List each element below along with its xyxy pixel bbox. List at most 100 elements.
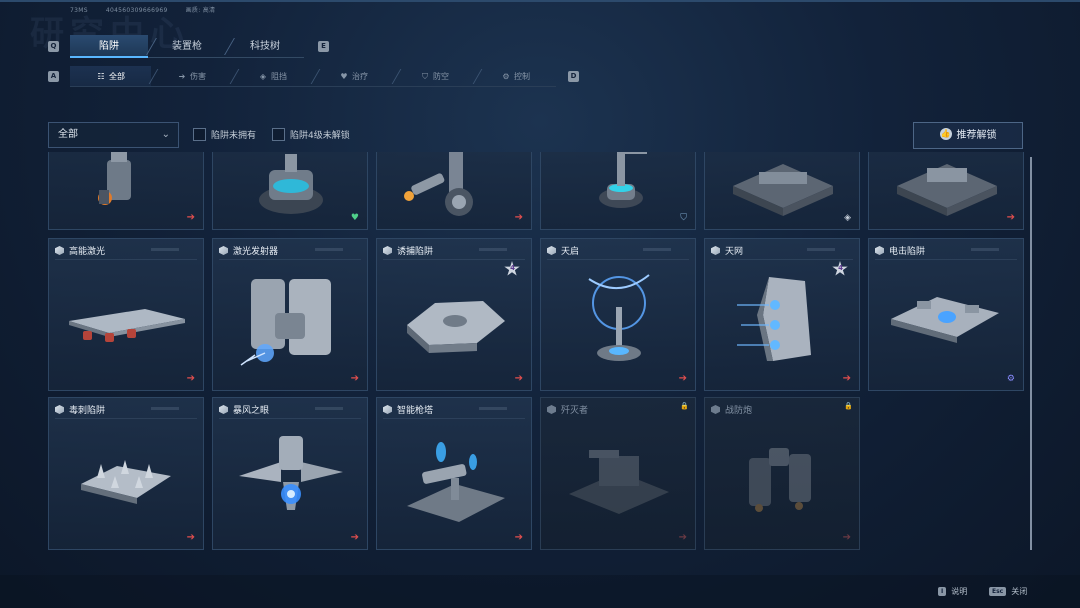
subtab-label: 阻挡 (271, 72, 287, 81)
recommend-unlock-button[interactable]: 👍 推荐解锁 (913, 122, 1023, 149)
checkbox-box[interactable] (272, 128, 285, 141)
trap-art (407, 442, 505, 522)
trap-art (588, 274, 650, 361)
star-rank-value: 4 (510, 264, 515, 272)
anti-air-shield-icon: ⛉ (422, 72, 428, 81)
damage-arrow-icon: ➔ (186, 532, 195, 543)
trap-card-laser-emitter[interactable]: 激光发射器 ➔ (212, 238, 368, 391)
trap-card[interactable]: ➔ (868, 152, 1024, 230)
trap-type-icon (383, 405, 392, 414)
trap-type-icon (219, 246, 228, 255)
trap-type-icon (383, 246, 392, 255)
trap-card-shock-trap[interactable]: 电击陷阱 ⚙ (868, 238, 1024, 391)
trap-grid: ➔ ♥ ➔ ⛉ ◈ ➔ 高能激光 ➔ 激光发射器 ➔ 诱捕陷阱 4 ➔ 天启 ➔… (46, 152, 1028, 552)
key-i-hint: I (938, 587, 947, 596)
card-code-mark (479, 407, 507, 410)
trap-name: 暴风之眼 (219, 403, 269, 416)
trap-card-skynet[interactable]: 天网 4 ➔ (704, 238, 860, 391)
damage-arrow-icon: ➔ (678, 373, 687, 384)
trap-type-icon (547, 405, 556, 414)
subtab-damage[interactable]: ➔ 伤害 (151, 66, 240, 87)
trap-art (891, 297, 999, 343)
damage-arrow-icon: ➔ (514, 373, 523, 384)
not-owned-checkbox[interactable]: 陷阱未拥有 (193, 128, 256, 141)
subtab-label: 全部 (109, 72, 125, 81)
trap-type-icon (711, 246, 720, 255)
subtab-anti-air[interactable]: ⛉ 防空 (394, 66, 483, 87)
trap-name: 智能枪塔 (383, 403, 433, 416)
status-meta: 73MS 404560309666969 画质: 高清 (70, 5, 233, 14)
tab-tech-tree[interactable]: 科技树 (226, 35, 304, 58)
trap-art (599, 152, 647, 208)
lv4-locked-checkbox[interactable]: 陷阱4级未解锁 (272, 128, 350, 141)
trap-art (749, 448, 811, 512)
grid-scrollbar[interactable] (1030, 157, 1032, 550)
trap-art (737, 277, 811, 361)
card-code-mark (479, 248, 507, 251)
title-divider (711, 259, 853, 260)
trap-type-icon (711, 405, 720, 414)
recommend-label: 推荐解锁 (956, 130, 997, 141)
trap-name: 电击陷阱 (875, 244, 925, 257)
damage-arrow-icon: ➔ (514, 212, 523, 223)
trap-card[interactable]: ⛉ (540, 152, 696, 230)
key-q-hint: Q (48, 41, 59, 52)
trap-name: 天网 (711, 244, 743, 257)
trap-card-poison-spike[interactable]: 毒刺陷阱 ➔ (48, 397, 204, 550)
trap-art (259, 154, 323, 214)
subtab-label: 伤害 (190, 72, 206, 81)
tab-label: 装置枪 (172, 41, 202, 52)
card-code-mark (315, 248, 343, 251)
checkbox-box[interactable] (193, 128, 206, 141)
uid-readout: 404560309666969 (105, 7, 168, 14)
help-hint[interactable]: I 说明 (938, 586, 967, 597)
trap-name: 歼灭者 (547, 403, 588, 416)
trap-card-lure-trap[interactable]: 诱捕陷阱 4 ➔ (376, 238, 532, 391)
trap-art (69, 309, 185, 342)
trap-card-high-energy-laser[interactable]: 高能激光 ➔ (48, 238, 204, 391)
chevron-down-icon: ⌄ (161, 129, 170, 140)
tab-devices[interactable]: 装置枪 (148, 35, 235, 58)
subtab-all[interactable]: ☷ 全部 (70, 66, 159, 87)
trap-name-text: 战防炮 (725, 406, 753, 416)
trap-card[interactable]: ♥ (212, 152, 368, 230)
trap-card-anti-tank-gun[interactable]: 战防炮 🔒 ➔ (704, 397, 860, 550)
title-divider (219, 259, 361, 260)
trap-card-storm-eye[interactable]: 暴风之眼 ➔ (212, 397, 368, 550)
heal-heart-icon: ♥ (350, 213, 359, 223)
trap-art (407, 301, 505, 353)
quality-readout: 画质: 高清 (185, 7, 216, 14)
block-shield-icon: ◈ (844, 213, 851, 223)
damage-arrow-icon: ➔ (178, 72, 186, 81)
trap-art (239, 436, 343, 510)
damage-arrow-icon: ➔ (842, 532, 851, 543)
trap-name: 毒刺陷阱 (55, 403, 105, 416)
subtab-label: 治疗 (352, 72, 368, 81)
tab-traps[interactable]: 陷阱 (70, 35, 157, 58)
main-tabs: 陷阱 装置枪 科技树 (70, 35, 304, 58)
trap-card-smart-turret[interactable]: 智能枪塔 ➔ (376, 397, 532, 550)
trap-card-apocalypse[interactable]: 天启 ➔ (540, 238, 696, 391)
star-rank-value: 4 (838, 264, 843, 272)
trap-type-icon (875, 246, 884, 255)
top-border (0, 0, 1080, 2)
trap-art (569, 450, 669, 514)
subtab-control[interactable]: ⚙ 控制 (475, 66, 556, 87)
title-divider (55, 418, 197, 419)
subtab-heal[interactable]: ♥ 治疗 (313, 66, 402, 87)
trap-card[interactable]: ➔ (376, 152, 532, 230)
damage-arrow-icon: ➔ (186, 373, 195, 384)
damage-arrow-icon: ➔ (678, 532, 687, 543)
trap-name: 战防炮 (711, 403, 752, 416)
trap-card[interactable]: ◈ (704, 152, 860, 230)
trap-card[interactable]: ➔ (48, 152, 204, 230)
close-hint[interactable]: Esc 关闭 (989, 586, 1027, 597)
close-label: 关闭 (1011, 587, 1028, 596)
category-dropdown[interactable]: 全部 ⌄ (48, 122, 179, 148)
subtab-block[interactable]: ◈ 阻挡 (232, 66, 321, 87)
trap-card-annihilator[interactable]: 歼灭者 🔒 ➔ (540, 397, 696, 550)
lock-icon: 🔒 (844, 402, 853, 410)
title-divider (55, 259, 197, 260)
subtab-label: 防空 (433, 72, 449, 81)
trap-name-text: 激光发射器 (233, 247, 279, 257)
